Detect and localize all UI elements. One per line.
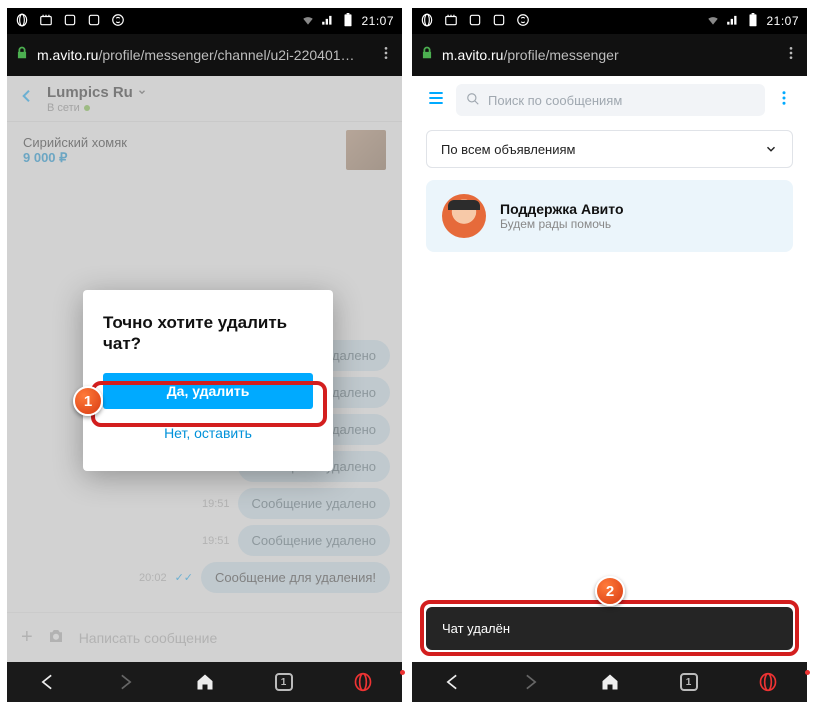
search-input[interactable]: Поиск по сообщениям [456,84,765,116]
messenger-topbar: Поиск по сообщениям [412,76,807,124]
battery-icon [341,13,355,30]
support-avatar [442,194,486,238]
lock-icon [420,46,434,65]
opera-icon [15,13,29,30]
nav-opera-icon[interactable] [728,672,807,692]
nav-tabs-icon[interactable]: 1 [244,673,323,691]
app-icon [63,13,77,30]
dialog-title: Точно хотите удалить чат? [103,312,313,355]
nav-back-icon[interactable] [412,672,491,692]
support-chat-item[interactable]: Поддержка Авито Будем рады помочь [426,180,793,252]
nav-home-icon[interactable] [570,672,649,692]
signal-icon [321,13,335,30]
signal-icon [726,13,740,30]
app-icon [468,13,482,30]
browser-urlbar[interactable]: m.avito.ru/profile/messenger [412,34,807,76]
nav-tabs-icon[interactable]: 1 [649,673,728,691]
clock: 21:07 [361,14,394,28]
lock-icon [15,46,29,65]
page-content: Lumpics Ru В сети Сирийский хомяк 9 000 … [7,76,402,662]
confirm-delete-button[interactable]: Да, удалить [103,373,313,409]
chevron-down-icon [764,142,778,156]
shazam-icon [111,13,125,30]
app-icon [492,13,506,30]
android-statusbar: 21:07 [412,8,807,34]
browser-navbar: 1 [412,662,807,702]
url-text: m.avito.ru/profile/messenger [442,47,775,63]
toast: Чат удалён [426,607,793,650]
opera-icon [420,13,434,30]
step-badge-2: 2 [595,576,625,606]
nav-forward-icon[interactable] [491,672,570,692]
browser-menu-icon[interactable] [378,45,394,66]
more-icon[interactable] [775,89,793,112]
wifi-icon [301,13,315,30]
page-content: Поиск по сообщениям По всем объявлениям … [412,76,807,662]
app-icon [87,13,101,30]
search-placeholder: Поиск по сообщениям [488,93,622,108]
nav-home-icon[interactable] [165,672,244,692]
support-subtitle: Будем рады помочь [500,217,624,231]
browser-urlbar[interactable]: m.avito.ru/profile/messenger/channel/u2i… [7,34,402,76]
cancel-button[interactable]: Нет, оставить [103,415,313,451]
menu-icon[interactable] [426,88,446,113]
shazam-icon [516,13,530,30]
step-badge-1: 1 [73,386,103,416]
screenshot-right: 21:07 m.avito.ru/profile/messenger Поиск… [412,8,807,702]
movie-icon [39,13,53,30]
filter-label: По всем объявлениям [441,142,575,157]
clock: 21:07 [766,14,799,28]
browser-menu-icon[interactable] [783,45,799,66]
nav-back-icon[interactable] [7,672,86,692]
nav-forward-icon[interactable] [86,672,165,692]
url-text: m.avito.ru/profile/messenger/channel/u2i… [37,47,370,63]
battery-icon [746,13,760,30]
nav-opera-icon[interactable] [323,672,402,692]
support-title: Поддержка Авито [500,201,624,217]
filter-dropdown[interactable]: По всем объявлениям [426,130,793,168]
browser-navbar: 1 [7,662,402,702]
screenshot-left: 21:07 m.avito.ru/profile/messenger/chann… [7,8,402,702]
movie-icon [444,13,458,30]
confirm-dialog: Точно хотите удалить чат? Да, удалить Не… [83,290,333,471]
wifi-icon [706,13,720,30]
android-statusbar: 21:07 [7,8,402,34]
search-icon [466,92,480,109]
